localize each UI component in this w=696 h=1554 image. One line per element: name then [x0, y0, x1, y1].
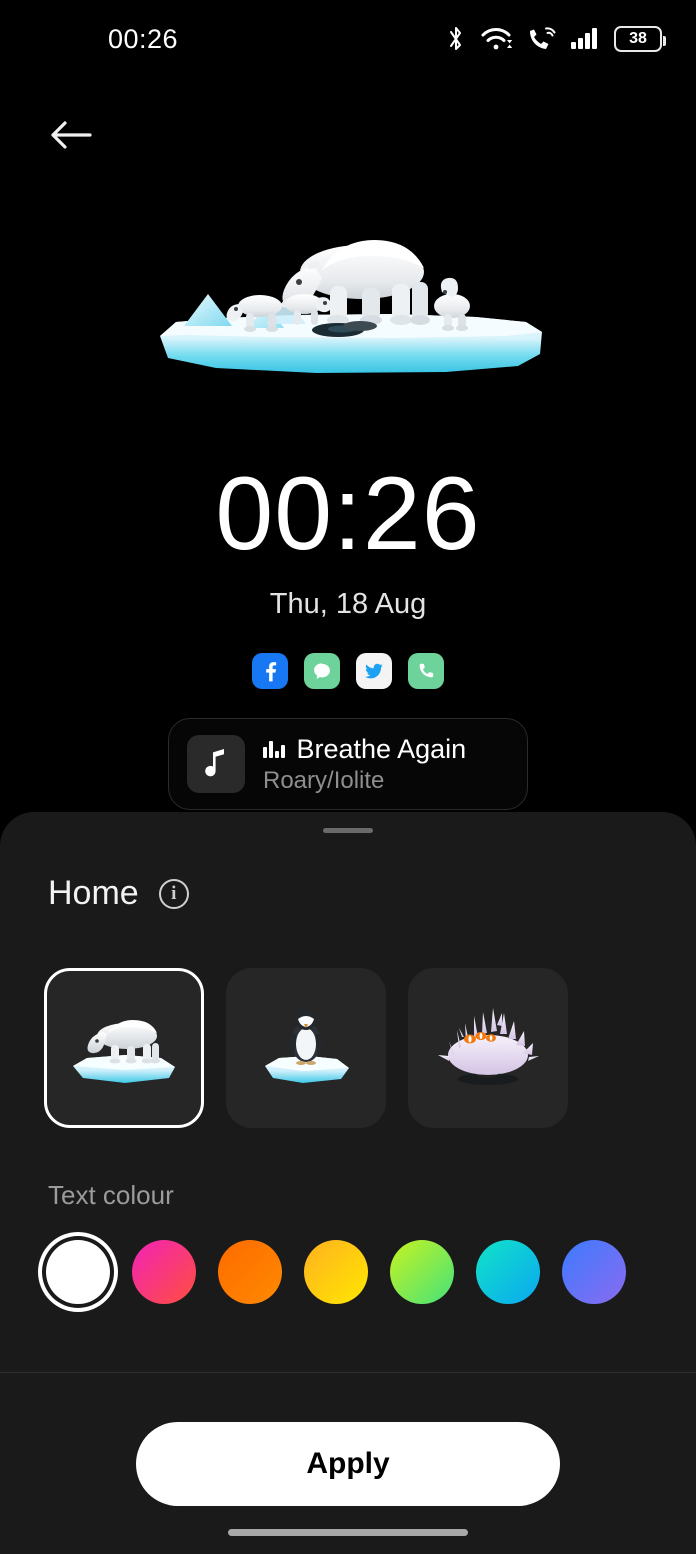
colour-swatch-blue-purple[interactable] — [562, 1240, 626, 1304]
footer-divider — [0, 1372, 696, 1373]
wallpaper-thumbnail-coral[interactable] — [408, 968, 568, 1128]
back-button[interactable] — [40, 108, 102, 166]
status-bar: 00:26 38 — [0, 0, 696, 78]
music-metadata: Breathe Again Roary/Iolite — [263, 734, 466, 795]
sheet-drag-handle[interactable] — [323, 828, 373, 833]
facebook-icon[interactable] — [252, 653, 288, 689]
polar-bear-thumbnail-art — [73, 1020, 175, 1083]
twitter-icon[interactable] — [356, 653, 392, 689]
back-arrow-icon — [49, 118, 93, 157]
colour-swatch-yellow[interactable] — [304, 1240, 368, 1304]
sheet-header: Home i — [48, 874, 189, 913]
music-artist-name: Roary/Iolite — [263, 766, 385, 794]
messages-icon[interactable] — [304, 653, 340, 689]
clock-time: 00:26 — [215, 456, 481, 572]
status-bar-clock: 00:26 — [108, 23, 179, 54]
music-widget[interactable]: Breathe Again Roary/Iolite — [168, 718, 528, 810]
music-note-icon — [203, 747, 229, 782]
text-colour-label: Text colour — [48, 1180, 174, 1210]
vowifi-call-icon — [526, 25, 556, 53]
colour-swatch-pink-red[interactable] — [132, 1240, 196, 1304]
lockscreen-wallpaper-picker-screen: 00:26 38 00:26 Thu, 18 Aug Breathe Again… — [0, 0, 696, 1554]
cellular-signal-icon — [570, 25, 600, 53]
text-colour-swatch-row — [46, 1240, 626, 1304]
lockscreen-clock-block: 00:26 Thu, 18 Aug — [0, 462, 696, 621]
colour-swatch-green[interactable] — [390, 1240, 454, 1304]
equalizer-bars-icon — [263, 740, 285, 758]
music-track-title: Breathe Again — [296, 733, 467, 764]
wifi-icon — [480, 25, 512, 53]
colour-swatch-orange[interactable] — [218, 1240, 282, 1304]
clock-date: Thu, 18 Aug — [269, 588, 427, 620]
battery-icon: 38 — [614, 26, 666, 52]
battery-level-label: 38 — [629, 30, 647, 47]
wallpaper-thumbnail-penguin[interactable] — [226, 968, 386, 1128]
bluetooth-icon — [446, 25, 466, 53]
music-album-art — [187, 735, 245, 793]
info-icon[interactable]: i — [158, 878, 189, 909]
wallpaper-thumbnail-polar-bear[interactable] — [44, 968, 204, 1128]
app-shortcut-row — [0, 653, 696, 689]
gesture-navigation-bar[interactable] — [228, 1529, 468, 1536]
penguin-thumbnail-art — [265, 1010, 349, 1083]
wallpaper-options-sheet: Home i Text colour Apply — [0, 812, 696, 1554]
sheet-title: Home — [48, 874, 139, 912]
colour-swatch-white[interactable] — [46, 1240, 110, 1304]
coral-thumbnail-art — [438, 1008, 539, 1085]
apply-button[interactable]: Apply — [136, 1422, 560, 1506]
polar-bear-on-ice-illustration — [160, 240, 542, 373]
wallpaper-hero-art — [0, 196, 696, 386]
status-bar-icons: 38 — [446, 25, 666, 53]
phone-icon[interactable] — [408, 653, 444, 689]
colour-swatch-cyan[interactable] — [476, 1240, 540, 1304]
wallpaper-thumbnail-row — [44, 968, 568, 1128]
